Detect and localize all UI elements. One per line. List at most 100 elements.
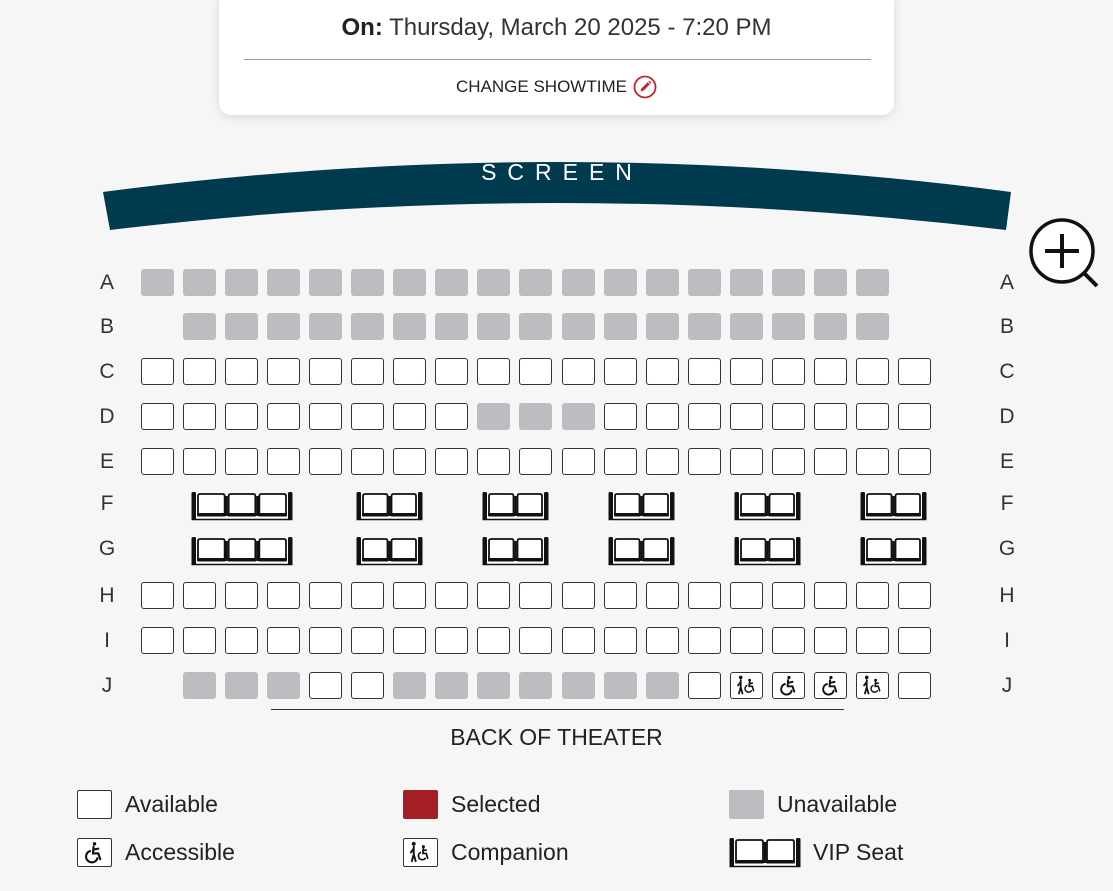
seat-d3[interactable] <box>225 403 259 430</box>
seat-c13[interactable] <box>645 358 679 385</box>
seat-h12[interactable] <box>603 582 637 609</box>
vip-seat-g-group-3[interactable] <box>482 536 549 566</box>
seat-h9[interactable] <box>477 582 511 609</box>
seat-c7[interactable] <box>393 358 427 385</box>
seat-i10[interactable] <box>519 627 553 654</box>
seat-i16[interactable] <box>771 627 805 654</box>
seat-j17[interactable] <box>813 672 847 699</box>
vip-seat-g-group-1[interactable] <box>191 536 293 566</box>
seat-j16[interactable] <box>771 672 805 699</box>
seat-d4[interactable] <box>267 403 301 430</box>
vip-seat-g-group-4[interactable] <box>608 536 675 566</box>
seat-j18[interactable] <box>855 672 889 699</box>
seat-c2[interactable] <box>183 358 217 385</box>
seat-i11[interactable] <box>561 627 595 654</box>
seat-j14[interactable] <box>687 672 721 699</box>
seat-e9[interactable] <box>477 448 511 475</box>
seat-h16[interactable] <box>771 582 805 609</box>
seat-d8[interactable] <box>435 403 469 430</box>
seat-d7[interactable] <box>393 403 427 430</box>
seat-h19[interactable] <box>897 582 931 609</box>
seat-i12[interactable] <box>603 627 637 654</box>
vip-seat-f-group-2[interactable] <box>356 491 423 521</box>
seat-h14[interactable] <box>687 582 721 609</box>
seat-c17[interactable] <box>813 358 847 385</box>
seat-h2[interactable] <box>183 582 217 609</box>
seat-c10[interactable] <box>519 358 553 385</box>
seat-c8[interactable] <box>435 358 469 385</box>
seat-h13[interactable] <box>645 582 679 609</box>
vip-seat-g-group-6[interactable] <box>860 536 927 566</box>
seat-d17[interactable] <box>813 403 847 430</box>
seat-h3[interactable] <box>225 582 259 609</box>
seat-i7[interactable] <box>393 627 427 654</box>
seat-c11[interactable] <box>561 358 595 385</box>
seat-e1[interactable] <box>141 448 174 475</box>
seat-d14[interactable] <box>687 403 721 430</box>
seat-e6[interactable] <box>351 448 385 475</box>
seat-e3[interactable] <box>225 448 259 475</box>
seat-d15[interactable] <box>729 403 763 430</box>
seat-i17[interactable] <box>813 627 847 654</box>
vip-seat-f-group-3[interactable] <box>482 491 549 521</box>
seat-j19[interactable] <box>897 672 931 699</box>
seat-h10[interactable] <box>519 582 553 609</box>
seat-d13[interactable] <box>645 403 679 430</box>
seat-h18[interactable] <box>855 582 889 609</box>
seat-i18[interactable] <box>855 627 889 654</box>
seat-e12[interactable] <box>603 448 637 475</box>
seat-e14[interactable] <box>687 448 721 475</box>
seat-h17[interactable] <box>813 582 847 609</box>
vip-seat-f-group-1[interactable] <box>191 491 293 521</box>
seat-e2[interactable] <box>183 448 217 475</box>
seat-e10[interactable] <box>519 448 553 475</box>
seat-c4[interactable] <box>267 358 301 385</box>
seat-i15[interactable] <box>729 627 763 654</box>
seat-i14[interactable] <box>687 627 721 654</box>
seat-e19[interactable] <box>897 448 931 475</box>
seat-i5[interactable] <box>309 627 343 654</box>
seat-c18[interactable] <box>855 358 889 385</box>
seat-e15[interactable] <box>729 448 763 475</box>
seat-j15[interactable] <box>729 672 763 699</box>
seat-i8[interactable] <box>435 627 469 654</box>
seat-i1[interactable] <box>141 627 174 654</box>
seat-i9[interactable] <box>477 627 511 654</box>
seat-c5[interactable] <box>309 358 343 385</box>
seat-c3[interactable] <box>225 358 259 385</box>
seat-e5[interactable] <box>309 448 343 475</box>
seat-c16[interactable] <box>771 358 805 385</box>
seat-e7[interactable] <box>393 448 427 475</box>
seat-e4[interactable] <box>267 448 301 475</box>
seat-d16[interactable] <box>771 403 805 430</box>
seat-h7[interactable] <box>393 582 427 609</box>
seat-e8[interactable] <box>435 448 469 475</box>
vip-seat-g-group-5[interactable] <box>734 536 801 566</box>
seat-c19[interactable] <box>897 358 931 385</box>
vip-seat-f-group-4[interactable] <box>608 491 675 521</box>
seat-d12[interactable] <box>603 403 637 430</box>
seat-c9[interactable] <box>477 358 511 385</box>
seat-h4[interactable] <box>267 582 301 609</box>
vip-seat-g-group-2[interactable] <box>356 536 423 566</box>
seat-d19[interactable] <box>897 403 931 430</box>
seat-e13[interactable] <box>645 448 679 475</box>
seat-e18[interactable] <box>855 448 889 475</box>
vip-seat-f-group-6[interactable] <box>860 491 927 521</box>
vip-seat-f-group-5[interactable] <box>734 491 801 521</box>
seat-d2[interactable] <box>183 403 217 430</box>
seat-c6[interactable] <box>351 358 385 385</box>
seat-d1[interactable] <box>141 403 174 430</box>
seat-c15[interactable] <box>729 358 763 385</box>
seat-i4[interactable] <box>267 627 301 654</box>
seat-i2[interactable] <box>183 627 217 654</box>
seat-j6[interactable] <box>351 672 385 699</box>
seat-h5[interactable] <box>309 582 343 609</box>
seat-i13[interactable] <box>645 627 679 654</box>
seat-d5[interactable] <box>309 403 343 430</box>
seat-h1[interactable] <box>141 582 174 609</box>
seat-e17[interactable] <box>813 448 847 475</box>
seat-d6[interactable] <box>351 403 385 430</box>
seat-d18[interactable] <box>855 403 889 430</box>
seat-h6[interactable] <box>351 582 385 609</box>
